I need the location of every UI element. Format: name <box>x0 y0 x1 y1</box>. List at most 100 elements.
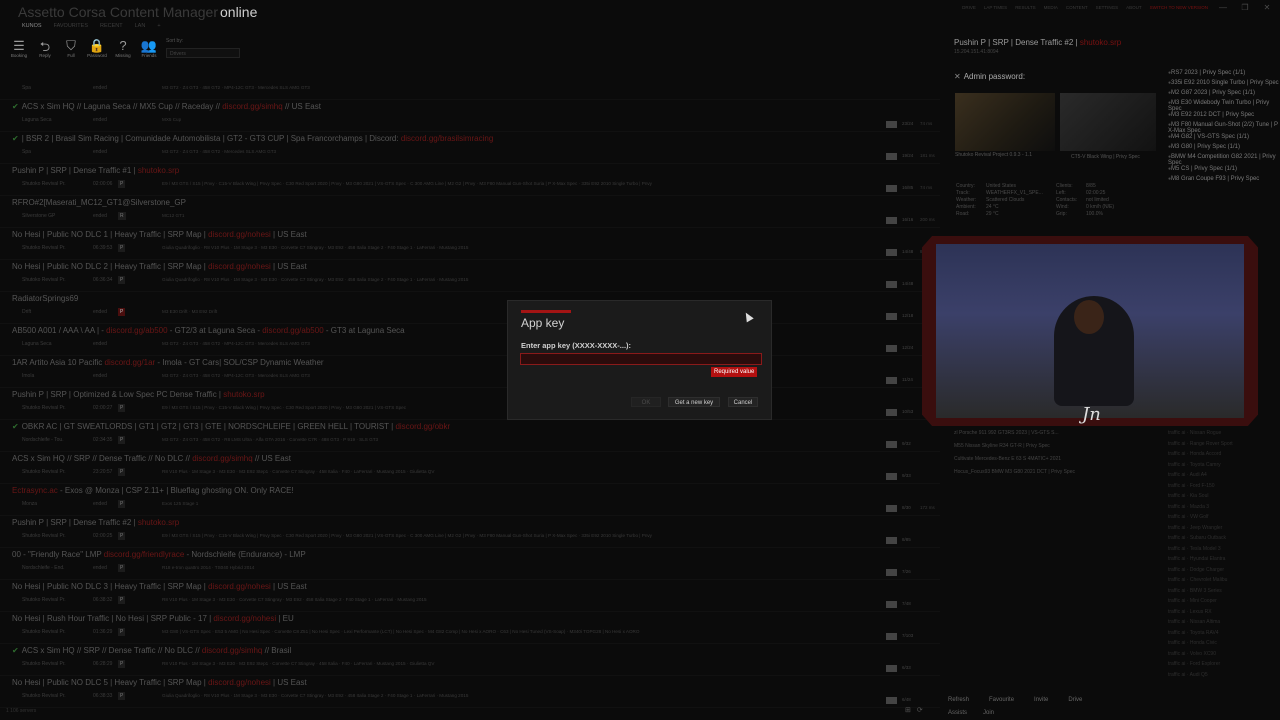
minimize-icon[interactable]: — <box>1216 3 1230 12</box>
track-preview-image[interactable] <box>955 93 1055 151</box>
server-row[interactable]: ✔ | BSR 2 | Brasil Sim Racing | Comunidad… <box>0 132 940 164</box>
server-row[interactable]: Pushin P | SRP | Dense Traffic #2 | shut… <box>0 516 940 548</box>
filter-missing[interactable]: ? Missing <box>112 38 134 58</box>
server-row[interactable]: No Hesi | Public NO DLC 1 | Heavy Traffi… <box>0 228 940 260</box>
server-link[interactable]: discord.gg/simhq <box>222 102 282 111</box>
action-refresh[interactable]: Refresh <box>948 697 969 703</box>
detail-title-link[interactable]: shutoko.srp <box>1080 38 1121 47</box>
country-flag-icon <box>886 313 897 320</box>
server-name-text: | BSR 2 | Brasil Sim Racing | Comunidade… <box>21 134 401 143</box>
server-row[interactable]: Pushin P | SRP | Dense Traffic #1 | shut… <box>0 164 940 196</box>
filter-full[interactable]: ⛉ Full <box>60 38 82 58</box>
tab-0[interactable]: KUNOS <box>22 23 42 29</box>
server-row[interactable]: RFRO#2[Maserati_MC12_GT1@Silverstone_GP S… <box>0 196 940 228</box>
action-assists[interactable]: Assists <box>948 710 967 716</box>
action-join[interactable]: Join <box>983 710 994 716</box>
player-count: 14/48 <box>902 249 914 254</box>
close-icon[interactable]: ✕ <box>954 72 961 81</box>
menu-item[interactable]: RESULTS <box>1015 5 1035 10</box>
driver-entry[interactable]: zl Porsche 911 992 GT3RS 2023 | VS-GTS S… <box>954 430 1164 443</box>
server-row[interactable]: Pushin P | SRP | Optimized & Low Spec PC… <box>0 388 940 420</box>
server-link[interactable]: discord.gg/friendlyrace <box>104 550 184 559</box>
menu-item[interactable]: LAP TIMES <box>984 5 1007 10</box>
menu-item[interactable]: ABOUT <box>1126 5 1142 10</box>
server-row[interactable]: ✔ OBKR AC | GT SWEATLORDS | GT1 | GT2 | G… <box>0 420 940 452</box>
tab-1[interactable]: FAVOURITES <box>54 23 88 29</box>
action-invite[interactable]: Invite <box>1034 697 1048 703</box>
server-link[interactable]: Ectrasync.ac <box>12 486 58 495</box>
server-row[interactable]: No Hesi | Public NO DLC 2 | Heavy Traffi… <box>0 260 940 292</box>
server-link[interactable]: discord.gg/obkr <box>395 422 450 431</box>
car-entry[interactable]: M8 Gran Coupe F93 | Privy Spec <box>1168 176 1280 186</box>
car-entry[interactable]: M3 F80 Manual Gun-Shot (2/2) Tune | P X-… <box>1168 122 1280 134</box>
server-link[interactable]: discord.gg/ab500 <box>262 326 323 335</box>
app-key-input[interactable] <box>520 353 762 365</box>
close-window-icon[interactable]: ✕ <box>1260 3 1274 12</box>
filter-reply[interactable]: ⮌ Reply <box>34 38 56 58</box>
car-entry[interactable]: M2 G87 2023 | Privy Spec (1/1) <box>1168 90 1280 100</box>
menu-item[interactable]: MEDIA <box>1044 5 1058 10</box>
menu-item[interactable]: CONTENT <box>1066 5 1088 10</box>
car-entry[interactable]: M3 G80 | Privy Spec (1/1) <box>1168 144 1280 154</box>
driver-entry[interactable]: Cultivate Mercedes-Benz E 63 S 4MATIC+ 2… <box>954 456 1164 469</box>
action-drive[interactable]: Drive <box>1068 697 1082 703</box>
menu-item[interactable]: DRIVE <box>962 5 976 10</box>
server-row[interactable]: ✔ ACS x Sim HQ // SRP // Dense Traffic //… <box>0 644 940 676</box>
server-link[interactable]: discord.gg/nohesi <box>213 614 276 623</box>
tab-4[interactable]: + <box>157 23 160 29</box>
cancel-button[interactable]: Cancel <box>728 397 758 407</box>
filter-friends[interactable]: 👥 Friends <box>138 38 160 58</box>
car-entry[interactable]: 335i E92 2010 Single Turbo | Privy Spec <box>1168 80 1280 90</box>
update-link[interactable]: SWITCH TO NEW VERSION <box>1150 5 1208 10</box>
server-row[interactable]: ACS x Sim HQ // SRP // Dense Traffic // … <box>0 452 940 484</box>
player-count: 10/53 <box>902 409 914 414</box>
server-link[interactable]: discord.gg/nohesi <box>208 262 271 271</box>
maximize-icon[interactable]: ❐ <box>1238 3 1252 12</box>
car-entry[interactable]: M3 E92 2012 DCT | Privy Spec <box>1168 112 1280 122</box>
server-row[interactable]: No Hesi | Public NO DLC 5 | Heavy Traffi… <box>0 676 940 708</box>
sort-select[interactable]: Drivers <box>166 48 240 58</box>
server-row[interactable]: Spa ended M3 GT2 · Z4 GT3 · 458 GT2 · MP4-… <box>0 68 940 100</box>
ok-button[interactable]: OK <box>631 397 661 407</box>
server-link[interactable]: discord.gg/nohesi <box>208 230 271 239</box>
car-entry[interactable]: M5 CS | Privy Spec (1/1) <box>1168 166 1280 176</box>
get-new-key-button[interactable]: Get a new key <box>668 397 720 407</box>
driver-entry[interactable]: M55 Nissan Skyline R34 GT-R | Privy Spec <box>954 443 1164 456</box>
server-link[interactable]: discord.gg/1ar <box>105 358 156 367</box>
refresh-icon[interactable]: ⟳ <box>917 706 923 714</box>
server-track: Shutoko Revival Pr. <box>22 469 66 475</box>
server-row[interactable]: ✔ ACS x Sim HQ // Laguna Seca // MX5 Cup … <box>0 100 940 132</box>
car-entry[interactable]: BMW M4 Competition G82 2021 | Privy Spec <box>1168 154 1280 166</box>
server-link[interactable]: discord.gg/ab500 <box>106 326 167 335</box>
server-row[interactable]: No Hesi | Rush Hour Traffic | No Hesi | … <box>0 612 940 644</box>
session-badge: P <box>118 404 126 412</box>
tab-2[interactable]: RECENT <box>100 23 123 29</box>
server-link[interactable]: shutoko.srp <box>138 166 179 175</box>
server-link[interactable]: discord.gg/nohesi <box>208 582 271 591</box>
filter-password[interactable]: 🔒 Password <box>86 38 108 58</box>
server-link[interactable]: discord.gg/simhq <box>192 454 252 463</box>
car-entry[interactable]: RS7 2023 | Privy Spec (1/1) <box>1168 70 1280 80</box>
server-link[interactable]: discord.gg/simhq <box>202 646 262 655</box>
filter-label: Booking <box>10 53 28 58</box>
tab-3[interactable]: LAN <box>135 23 146 29</box>
driver-entry[interactable]: Hocus_Focus93 BMW M3 G80 2021 DCT | Priv… <box>954 469 1164 482</box>
server-row[interactable]: Ectrasync.ac - Exos @ Monza | CSP 2.11+ … <box>0 484 940 516</box>
server-link[interactable]: shutoko.srp <box>223 390 264 399</box>
server-row[interactable]: 00 - "Friendly Race" LMP discord.gg/frie… <box>0 548 940 580</box>
server-row[interactable]: AB500 A001 / AAA \ AA | - discord.gg/ab5… <box>0 324 940 356</box>
server-row[interactable]: No Hesi | Public NO DLC 3 | Heavy Traffi… <box>0 580 940 612</box>
server-link[interactable]: discord.gg/brasilsimracing <box>401 134 493 143</box>
car-preview-image[interactable] <box>1060 93 1156 151</box>
grid-icon[interactable]: ⊞ <box>905 706 911 714</box>
server-link[interactable]: shutoko.srp <box>138 518 179 527</box>
app-brand: Assetto Corsa Content Manager online <box>18 4 257 20</box>
menu-item[interactable]: SETTINGS <box>1096 5 1119 10</box>
car-entry[interactable]: M4 G82 | VS-GTS Spec (1/1) <box>1168 134 1280 144</box>
car-entry[interactable]: M3 E30 Widebody Twin Turbo | Privy Spec <box>1168 100 1280 112</box>
server-link[interactable]: discord.gg/nohesi <box>208 678 271 687</box>
action-favourite[interactable]: Favourite <box>989 697 1014 703</box>
server-row[interactable]: RadiatorSprings69 Drift ended P M3 E30 Drift… <box>0 292 940 324</box>
server-row[interactable]: 1AR Artito Asia 10 Pacific discord.gg/1a… <box>0 356 940 388</box>
filter-booking[interactable]: ☰ Booking <box>8 38 30 58</box>
